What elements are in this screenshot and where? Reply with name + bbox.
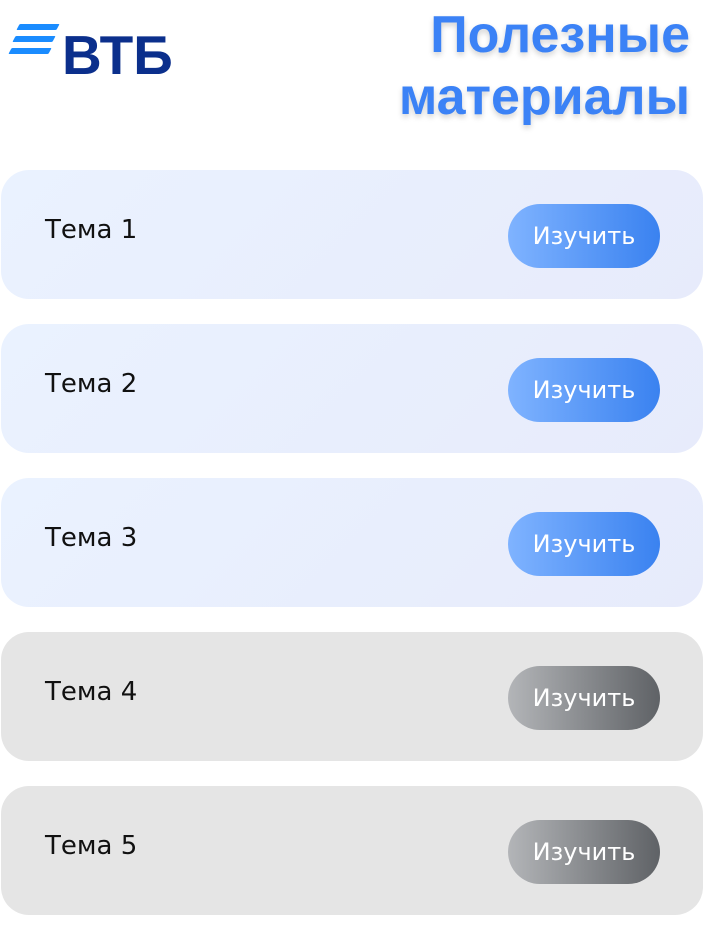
study-button-4[interactable]: Изучить [508, 666, 660, 730]
topic-label: Тема 1 [45, 215, 138, 245]
topic-label: Тема 3 [45, 523, 138, 553]
topic-card-2: Тема 2 Изучить [1, 324, 703, 453]
logo-stripes-icon [8, 24, 60, 58]
page-title: Полезные материалы [398, 6, 690, 126]
topic-card-4: Тема 4 Изучить [1, 632, 703, 761]
study-button-1[interactable]: Изучить [508, 204, 660, 268]
study-button-5[interactable]: Изучить [508, 820, 660, 884]
topic-card-5: Тема 5 Изучить [1, 786, 703, 915]
study-button-2[interactable]: Изучить [508, 358, 660, 422]
topic-card-3: Тема 3 Изучить [1, 478, 703, 607]
topic-label: Тема 2 [45, 369, 138, 399]
topics-list: Тема 1 Изучить Тема 2 Изучить Тема 3 Изу… [1, 170, 703, 940]
vtb-logo: ВТБ [8, 24, 178, 86]
topic-label: Тема 5 [45, 831, 138, 861]
topic-card-1: Тема 1 Изучить [1, 170, 703, 299]
topic-label: Тема 4 [45, 677, 138, 707]
study-button-3[interactable]: Изучить [508, 512, 660, 576]
logo-text: ВТБ [62, 24, 173, 86]
